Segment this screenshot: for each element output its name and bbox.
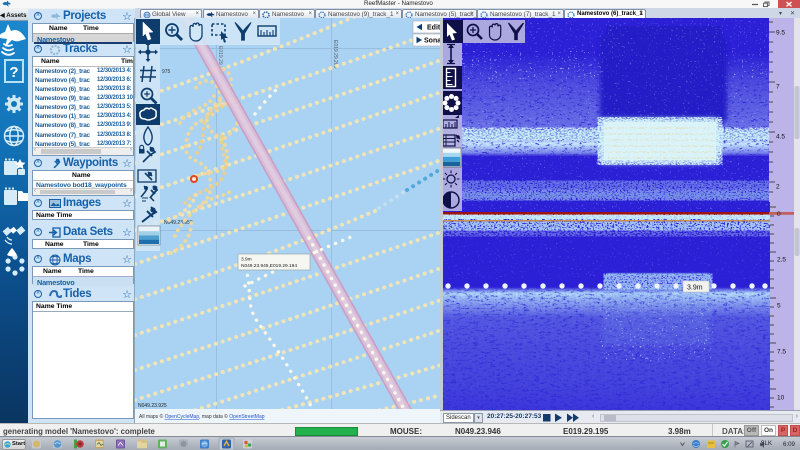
svg-text:975: 975 [162,69,171,75]
svg-text:7.5: 7.5 [777,349,786,356]
svg-text:9.5: 9.5 [776,30,785,37]
svg-text:2: 2 [776,184,780,191]
svg-text:?: ? [9,64,18,81]
svg-text:Sonar: Sonar [424,38,440,45]
svg-text:All maps © OpenCycleMap, map d: All maps © OpenCycleMap, map data © Open… [139,413,265,420]
svg-text:N049.23.925: N049.23.925 [138,403,167,409]
svg-text:Edit: Edit [427,25,440,32]
svg-text:10: 10 [777,395,785,402]
svg-text:3.9m: 3.9m [687,285,703,292]
svg-text:N049.23.945,E019.29.194: N049.23.945,E019.29.194 [241,263,297,269]
svg-text:3.9m: 3.9m [241,257,252,263]
svg-text:5: 5 [777,303,781,310]
svg-text:0: 0 [777,211,781,218]
svg-text:2.5: 2.5 [777,257,786,264]
svg-text:4.5: 4.5 [776,134,785,141]
svg-text:7: 7 [776,84,780,91]
